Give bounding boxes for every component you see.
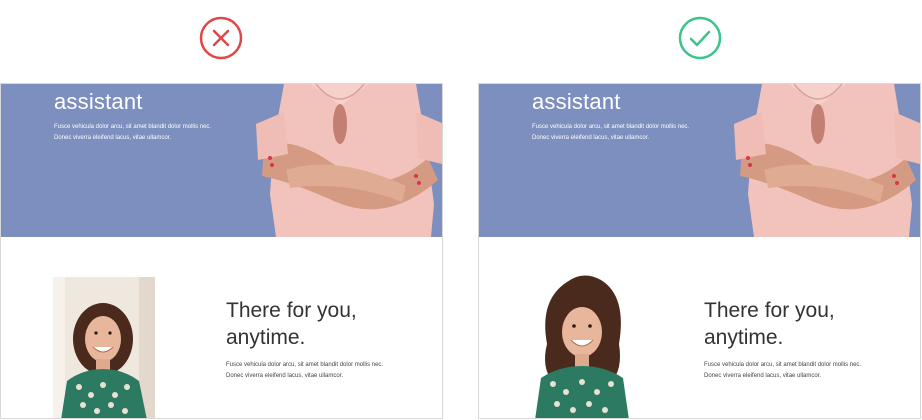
hero-woman-image [256, 84, 442, 237]
section-heading: There for you, anytime. [226, 297, 357, 351]
section-body-line: Donec viverra eleifend lacus, vitae ulla… [226, 373, 344, 379]
hero-banner: assistant Fusce vehicula dolor arcu, sit… [1, 84, 442, 237]
hero-woman-image [734, 84, 920, 237]
section-body: Fusce vehicula dolor arcu, sit amet blan… [704, 360, 861, 382]
x-circle-icon [199, 16, 243, 60]
hero-body-line: Fusce vehicula dolor arcu, sit amet blan… [54, 124, 212, 130]
section-heading-line: There for you, [226, 299, 357, 322]
section-heading-line: anytime. [704, 326, 784, 349]
hero-body-line: Fusce vehicula dolor arcu, sit amet blan… [532, 124, 690, 130]
check-circle-icon [678, 16, 722, 60]
section-body-line: Fusce vehicula dolor arcu, sit amet blan… [226, 362, 384, 368]
hero-body: Fusce vehicula dolor arcu, sit amet blan… [54, 122, 264, 144]
section-heading-line: There for you, [704, 299, 835, 322]
assistant-photo-with-background [53, 277, 155, 418]
section-body-line: Fusce vehicula dolor arcu, sit amet blan… [704, 362, 862, 368]
hero-body: Fusce vehicula dolor arcu, sit amet blan… [532, 122, 742, 144]
section-body: Fusce vehicula dolor arcu, sit amet blan… [226, 360, 383, 382]
incorrect-example-panel: assistant Fusce vehicula dolor arcu, sit… [0, 83, 443, 419]
hero-title: assistant [54, 89, 143, 114]
hero-body-line: Donec viverra eleifend lacus, vitae ulla… [54, 135, 172, 141]
section-body-line: Donec viverra eleifend lacus, vitae ulla… [704, 373, 822, 379]
hero-title: assistant [532, 89, 621, 114]
hero-body-line: Donec viverra eleifend lacus, vitae ulla… [532, 135, 650, 141]
section-heading: There for you, anytime. [704, 297, 835, 351]
assistant-photo-cutout [531, 260, 633, 418]
section-heading-line: anytime. [226, 326, 306, 349]
hero-banner: assistant Fusce vehicula dolor arcu, sit… [479, 84, 920, 237]
correct-example-panel: assistant Fusce vehicula dolor arcu, sit… [478, 83, 921, 419]
